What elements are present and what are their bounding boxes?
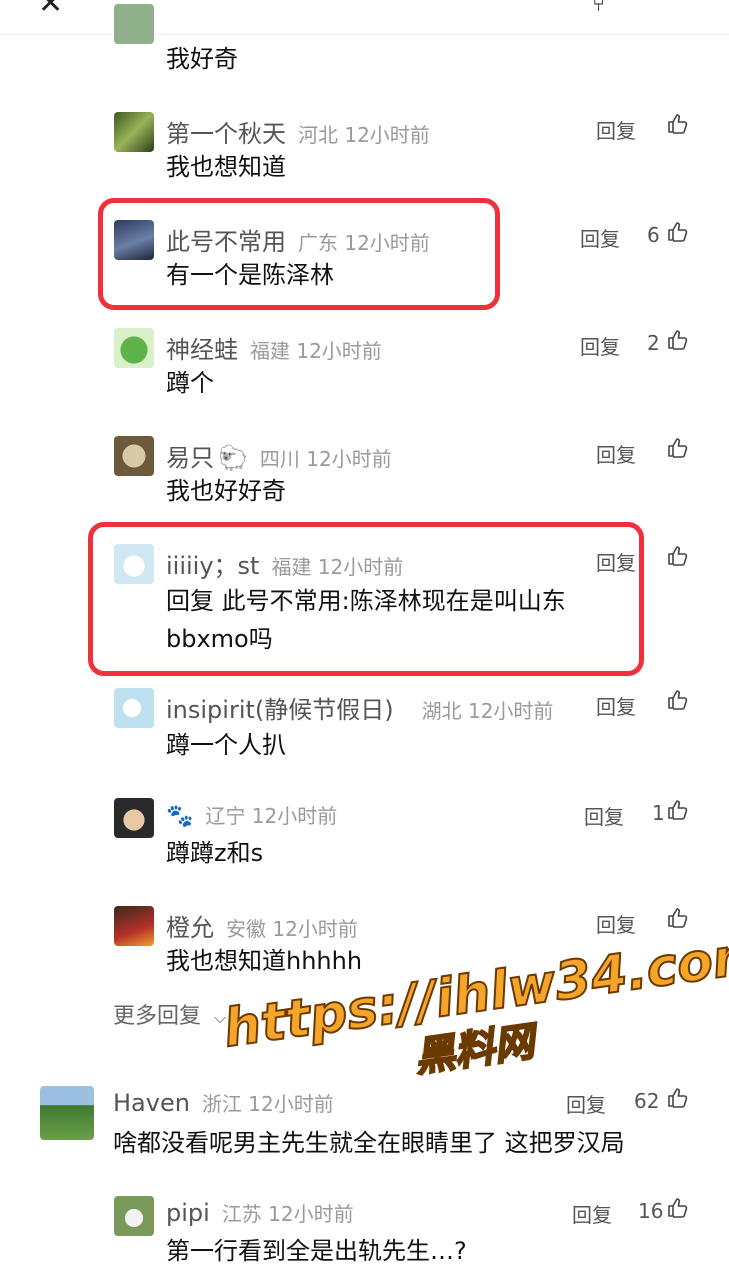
comment-text-line1: 陈泽林现在是叫山东 — [349, 587, 566, 615]
reply-button[interactable]: 回复 — [596, 691, 636, 720]
like-icon[interactable] — [666, 1196, 690, 1220]
reply-button[interactable]: 回复 — [596, 909, 636, 938]
comment-text: 第一行看到全是出轨先生…? — [166, 1237, 467, 1265]
avatar[interactable] — [114, 436, 154, 476]
like-icon[interactable] — [666, 112, 690, 136]
like-icon[interactable] — [666, 798, 690, 822]
username[interactable]: insipirit(静候节假日) — [166, 690, 394, 725]
avatar[interactable] — [114, 798, 154, 838]
username[interactable]: 神经蛙 — [166, 330, 238, 365]
region-time: 福建 12小时前 — [250, 339, 382, 363]
region-time: 湖北 12小时前 — [421, 699, 554, 723]
username[interactable]: Haven — [113, 1089, 190, 1117]
like-icon[interactable] — [666, 906, 690, 930]
share-icon[interactable]: ⑂ — [592, 0, 605, 17]
avatar[interactable] — [114, 220, 154, 260]
comment-text: 我也好好奇 — [166, 477, 286, 505]
comment-text: 有一个是陈泽林 — [166, 261, 334, 289]
region-time: 河北 12小时前 — [298, 123, 430, 147]
comment-text: 蹲一个人扒 — [166, 731, 286, 759]
avatar[interactable] — [40, 1086, 94, 1140]
comment-text: 啥都没看呢男主先生就全在眼睛里了 这把罗汉局 — [113, 1129, 625, 1157]
username[interactable]: 易只 — [166, 438, 214, 473]
paw-icon: 🐾 — [166, 804, 194, 829]
reply-button[interactable]: 回复 — [580, 331, 620, 360]
like-icon[interactable] — [666, 436, 690, 460]
reply-button[interactable]: 回复 — [572, 1199, 612, 1228]
region-time: 福建 12小时前 — [271, 555, 404, 579]
top-bar: ✕ ⑂ — [0, 0, 729, 35]
reply-prefix: 回复 — [166, 587, 214, 615]
avatar[interactable] — [114, 4, 154, 44]
like-icon[interactable] — [666, 220, 690, 244]
avatar[interactable] — [114, 1196, 154, 1236]
region-time: 广东 12小时前 — [298, 231, 430, 255]
like-icon[interactable] — [666, 328, 690, 352]
comment-text-line2: bbxmo吗 — [166, 625, 273, 653]
comment-text: 我也想知道hhhhh — [166, 947, 363, 975]
avatar[interactable] — [114, 544, 154, 584]
reply-button[interactable]: 回复 — [596, 115, 636, 144]
reply-button[interactable]: 回复 — [566, 1089, 606, 1118]
avatar[interactable] — [114, 328, 154, 368]
avatar[interactable] — [114, 112, 154, 152]
username[interactable]: iiiiiy；st — [166, 546, 259, 581]
like-icon[interactable] — [666, 688, 690, 712]
comment-text: 蹲蹲z和s — [166, 839, 264, 867]
like-count: 62 — [634, 1089, 660, 1113]
username[interactable]: 第一个秋天 — [166, 114, 286, 149]
like-count: 6 — [647, 223, 660, 247]
like-count: 16 — [638, 1199, 664, 1223]
comment-text: 回复 此号不常用:陈泽林现在是叫山东 bbxmo吗 — [166, 582, 566, 658]
sheep-icon: 🐑 — [218, 444, 248, 472]
username[interactable]: 此号不常用 — [166, 222, 286, 257]
like-icon[interactable] — [666, 1086, 690, 1110]
comment-text: 我好奇 — [166, 45, 238, 73]
more-replies-label: 更多回复 — [113, 1004, 202, 1029]
comment-text: 我也想知道 — [166, 153, 286, 181]
username[interactable]: 橙允 — [166, 908, 214, 943]
reply-button[interactable]: 回复 — [596, 547, 636, 576]
like-count: 2 — [647, 331, 660, 355]
close-icon[interactable]: ✕ — [38, 0, 63, 21]
like-icon[interactable] — [666, 544, 690, 568]
region-time: 江苏 12小时前 — [221, 1202, 354, 1226]
comment-text: 蹲个 — [166, 369, 214, 397]
reply-target[interactable]: 此号不常用: — [222, 587, 350, 615]
more-replies-button[interactable]: 更多回复 ⌵ — [113, 998, 226, 1030]
avatar[interactable] — [114, 906, 154, 946]
like-count: 1 — [652, 801, 665, 825]
reply-button[interactable]: 回复 — [596, 439, 636, 468]
username[interactable]: pipi — [166, 1199, 210, 1227]
region-time: 安徽 12小时前 — [226, 917, 358, 941]
avatar[interactable] — [114, 688, 154, 728]
region-time: 辽宁 12小时前 — [205, 804, 338, 828]
reply-button[interactable]: 回复 — [580, 223, 620, 252]
reply-button[interactable]: 回复 — [584, 801, 624, 830]
region-time: 四川 12小时前 — [259, 447, 392, 471]
